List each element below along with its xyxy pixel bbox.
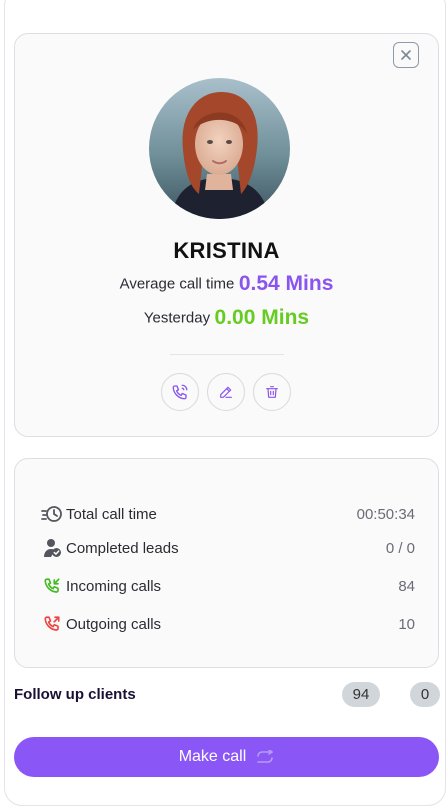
stat-row-completed-leads: Completed leads 0 / 0: [41, 537, 415, 559]
follow-up-secondary-badge[interactable]: 0: [410, 682, 440, 707]
call-button[interactable]: [161, 373, 199, 411]
profile-card: KRISTINA Average call time 0.54 Mins Yes…: [14, 33, 439, 437]
divider: [170, 354, 284, 355]
clock-speed-icon: [41, 503, 63, 525]
close-button[interactable]: [393, 42, 419, 68]
yesterday-label: Yesterday: [143, 309, 211, 327]
make-call-button[interactable]: Make call: [14, 737, 439, 777]
outgoing-call-icon: [41, 613, 63, 635]
pencil-icon: [220, 386, 232, 398]
edit-button[interactable]: [207, 373, 245, 411]
stat-row-outgoing-calls: Outgoing calls 10: [41, 613, 415, 635]
avatar: [149, 78, 290, 219]
close-icon: [401, 50, 411, 60]
incoming-call-icon: [41, 575, 63, 597]
stat-value: 84: [398, 577, 415, 595]
stat-value: 00:50:34: [356, 505, 415, 523]
stat-value: 10: [398, 615, 415, 633]
average-call-time: Average call time 0.54 Mins: [15, 272, 438, 296]
trash-icon: [266, 386, 278, 398]
make-call-label: Make call: [178, 748, 247, 765]
stat-row-total-call-time: Total call time 00:50:34: [41, 503, 415, 525]
follow-up-label: Follow up clients: [14, 686, 136, 703]
follow-up-count-badge[interactable]: 94: [342, 682, 380, 707]
stat-label: Completed leads: [66, 539, 179, 557]
stat-label: Total call time: [66, 505, 157, 523]
stat-label: Outgoing calls: [66, 615, 162, 633]
delete-button[interactable]: [253, 373, 291, 411]
stat-label: Incoming calls: [66, 577, 162, 595]
yesterday-call-time: Yesterday 0.00 Mins: [15, 306, 438, 330]
yesterday-value: 0.00 Mins: [214, 306, 310, 329]
contact-name: KRISTINA: [173, 238, 280, 263]
stats-card: Total call time 00:50:34 Completed leads…: [14, 458, 439, 668]
stat-value: 0 / 0: [385, 539, 415, 557]
redial-icon: [257, 750, 274, 763]
profile-actions: [161, 373, 293, 411]
average-call-time-value: 0.54 Mins: [238, 272, 334, 295]
average-call-time-label: Average call time: [119, 275, 235, 293]
user-check-icon: [41, 537, 63, 559]
stat-row-incoming-calls: Incoming calls 84: [41, 575, 415, 597]
phone-ringing-icon: [172, 384, 188, 400]
